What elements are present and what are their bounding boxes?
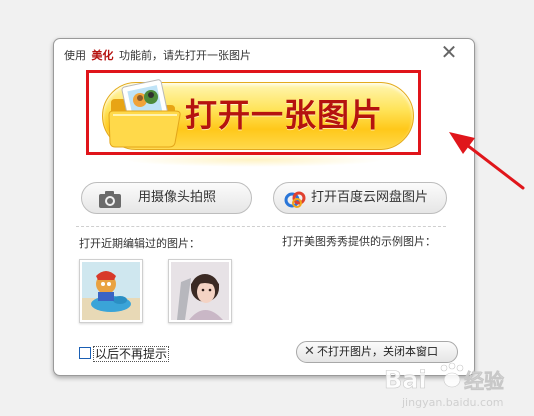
- title-suffix: 功能前，请先打开一张图片: [119, 49, 251, 62]
- title-accent: 美化: [91, 49, 114, 62]
- watermark-url: jingyan.baidu.com: [401, 396, 504, 409]
- camera-button[interactable]: 用摄像头拍照: [81, 182, 252, 214]
- camera-icon: [99, 191, 121, 208]
- watermark-brand: Bai: [384, 366, 427, 394]
- paw-icon: [440, 362, 464, 388]
- close-small-icon: ✕: [304, 344, 315, 359]
- baidu-cloud-icon: [284, 191, 306, 208]
- watermark-suffix: 经验: [464, 369, 504, 393]
- red-arrow-annotation: [449, 132, 525, 190]
- recent-image-thumbnail[interactable]: [79, 259, 143, 323]
- sample-image-thumbnail[interactable]: [168, 259, 232, 323]
- highlight-box: [86, 70, 421, 155]
- dialog-title: 使用 美化 功能前，请先打开一张图片: [64, 47, 251, 63]
- section-divider: [76, 226, 446, 227]
- skip-and-close-label: 不打开图片，关闭本窗口: [317, 345, 438, 358]
- toy-whale-image: [82, 262, 140, 320]
- sample-images-label: 打开美图秀秀提供的示例图片：: [282, 235, 436, 248]
- baidu-jingyan-watermark: Bai 经验 jingyan.baidu.com: [384, 362, 504, 409]
- checkbox-box[interactable]: [79, 347, 91, 359]
- baidu-cloud-button-label: 打开百度云网盘图片: [311, 190, 429, 205]
- button-reflection: [124, 153, 384, 167]
- portrait-image: [171, 262, 229, 320]
- close-icon[interactable]: ✕: [440, 42, 458, 62]
- open-image-dialog: 使用 美化 功能前，请先打开一张图片 ✕ 打开一张图片 用摄像头拍照 打开百度云…: [53, 38, 475, 376]
- baidu-cloud-button[interactable]: 打开百度云网盘图片: [273, 182, 447, 214]
- camera-button-label: 用摄像头拍照: [138, 190, 217, 205]
- dont-show-again-checkbox[interactable]: 以后不再提示: [79, 345, 170, 362]
- recent-images-label: 打开近期编辑过的图片：: [79, 237, 200, 250]
- title-prefix: 使用: [64, 49, 86, 62]
- dont-show-again-label: 以后不再提示: [93, 346, 170, 362]
